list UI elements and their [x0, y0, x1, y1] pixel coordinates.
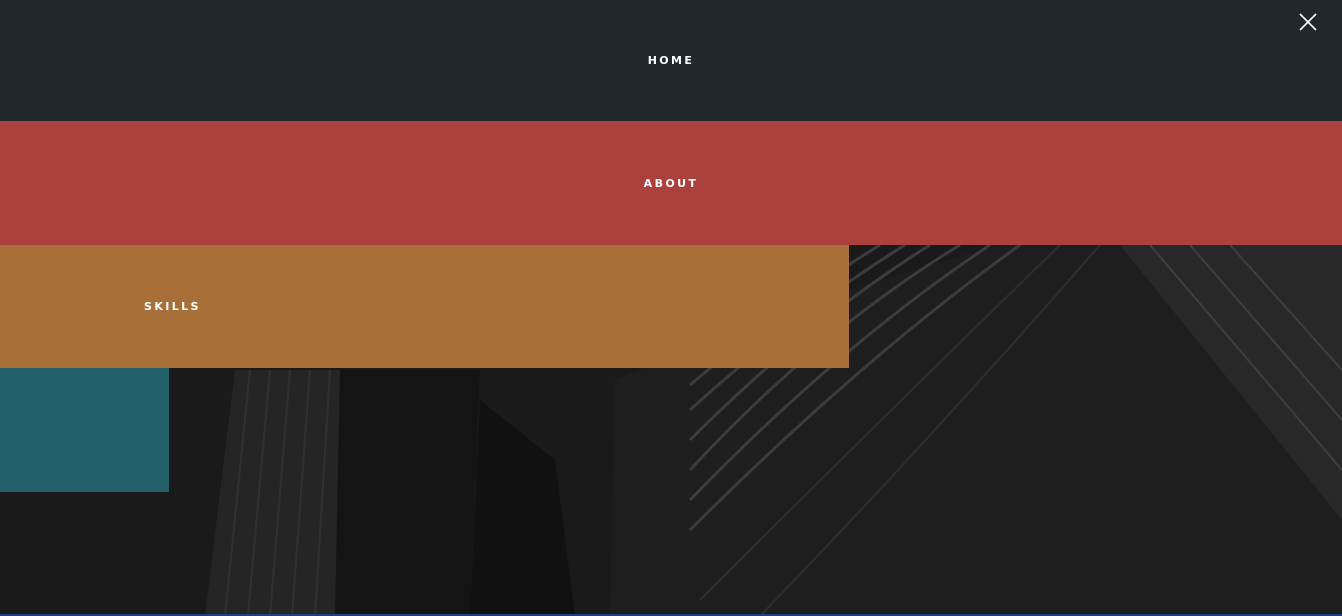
menu-item-home[interactable]: HOME [0, 0, 1342, 121]
close-icon [1299, 13, 1317, 31]
menu-item-home-label: HOME [647, 54, 695, 67]
menu-item-teal[interactable] [0, 368, 169, 492]
close-menu-button[interactable] [1296, 10, 1320, 34]
menu-item-about[interactable]: ABOUT [0, 121, 1342, 245]
menu-item-skills-label: SKILLS [144, 300, 201, 313]
menu-item-skills[interactable]: SKILLS [0, 245, 849, 368]
menu-item-about-label: ABOUT [643, 176, 699, 190]
